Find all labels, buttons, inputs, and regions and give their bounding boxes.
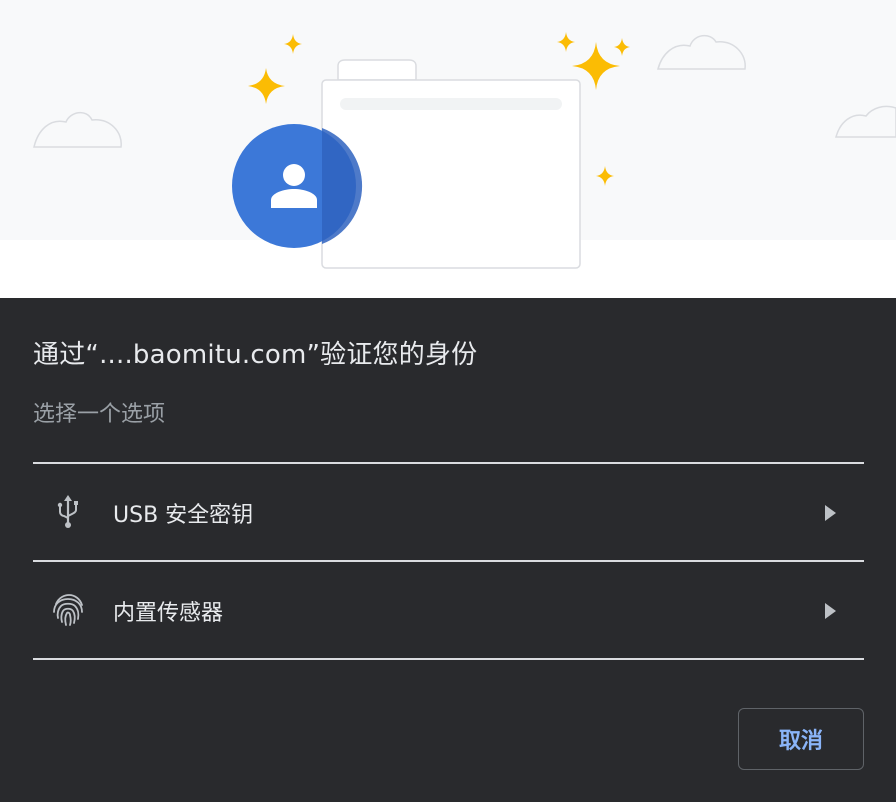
- folder-bar: [340, 98, 562, 110]
- dialog-subtitle: 选择一个选项: [33, 402, 166, 427]
- illustration-art: [0, 0, 896, 269]
- cancel-button[interactable]: 取消: [738, 708, 864, 770]
- option-usb-security-key[interactable]: USB 安全密钥: [33, 464, 864, 562]
- dialog-title: 通过“....baomitu.com”验证您的身份: [33, 340, 478, 370]
- folder-tab: [337, 59, 417, 81]
- header-illustration: [0, 0, 896, 298]
- auth-dialog: 通过“....baomitu.com”验证您的身份 选择一个选项 USB 安全密…: [0, 0, 896, 802]
- option-list: USB 安全密钥 内置传感器: [33, 462, 864, 660]
- usb-icon: [57, 495, 78, 528]
- arrow-right-icon: [825, 505, 836, 521]
- person-head: [283, 164, 305, 186]
- arrow-right-icon: [825, 603, 836, 619]
- option-builtin-sensor[interactable]: 内置传感器: [33, 562, 864, 660]
- option-label: USB 安全密钥: [113, 503, 254, 528]
- option-label: 内置传感器: [113, 601, 224, 626]
- fingerprint-icon: [53, 594, 83, 626]
